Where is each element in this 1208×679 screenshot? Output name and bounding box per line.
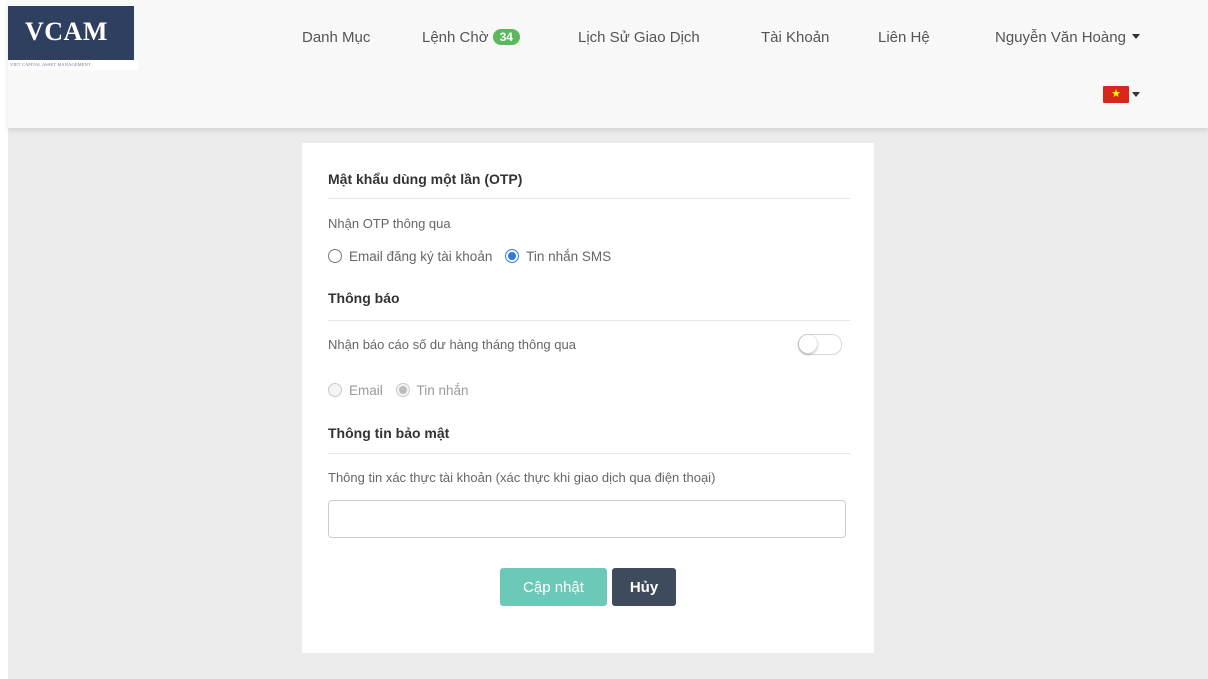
nav-item-lich-su-giao-dich[interactable]: Lịch Sử Giao Dịch xyxy=(578,29,700,46)
nav-item-danh-muc[interactable]: Danh Mục xyxy=(302,29,370,46)
chevron-down-icon xyxy=(1131,34,1140,39)
monthly-report-label: Nhận báo cáo số dư hàng tháng thông qua xyxy=(328,337,576,352)
nav-item-label: Lệnh Chờ xyxy=(422,29,489,46)
divider xyxy=(328,320,850,321)
otp-sms-label[interactable]: Tin nhắn SMS xyxy=(526,249,611,264)
security-field-label: Thông tin xác thực tài khoản (xác thực k… xyxy=(328,470,716,485)
pending-orders-badge: 34 xyxy=(492,29,520,45)
brand-logo[interactable]: VCAM xyxy=(8,6,134,66)
top-navbar: VCAM VIET CAPITAL ASSET MANAGEMENT Danh … xyxy=(8,0,1208,128)
report-radio-group: Email Tin nhắn xyxy=(328,383,478,398)
settings-card: Mật khẩu dùng một lần (OTP) Nhận OTP thô… xyxy=(302,143,874,653)
nav-item-tai-khoan[interactable]: Tài Khoản xyxy=(761,29,829,46)
otp-email-radio[interactable] xyxy=(328,249,342,263)
flag-star-icon: ★ xyxy=(1111,88,1121,100)
chevron-down-icon xyxy=(1132,92,1140,97)
otp-sms-radio[interactable] xyxy=(505,249,520,263)
report-email-label[interactable]: Email xyxy=(349,383,383,398)
otp-receive-label: Nhận OTP thông qua xyxy=(328,216,451,231)
cancel-button[interactable]: Hủy xyxy=(612,568,676,606)
nav-item-lien-he[interactable]: Liên Hệ xyxy=(878,29,930,46)
brand-subtitle: VIET CAPITAL ASSET MANAGEMENT xyxy=(8,60,138,70)
report-sms-radio[interactable] xyxy=(395,383,410,397)
user-name: Nguyễn Văn Hoàng xyxy=(995,29,1126,46)
security-info-input[interactable] xyxy=(328,500,846,538)
otp-radio-group: Email đăng ký tài khoản Tin nhắn SMS xyxy=(328,249,620,264)
otp-email-label[interactable]: Email đăng ký tài khoản xyxy=(349,249,492,264)
report-email-radio[interactable] xyxy=(328,383,342,397)
update-button[interactable]: Cập nhật xyxy=(500,568,607,606)
brand-name: VCAM xyxy=(25,17,108,46)
report-sms-label[interactable]: Tin nhắn xyxy=(417,383,469,398)
toggle-knob xyxy=(799,335,817,353)
divider xyxy=(328,198,850,199)
notifications-section-title: Thông báo xyxy=(328,290,400,306)
nav-item-lenh-cho[interactable]: Lệnh Chờ 34 xyxy=(422,29,520,46)
monthly-report-toggle[interactable] xyxy=(798,334,842,355)
user-menu[interactable]: Nguyễn Văn Hoàng xyxy=(995,29,1140,46)
otp-section-title: Mật khẩu dùng một lần (OTP) xyxy=(328,171,523,187)
security-section-title: Thông tin bảo mật xyxy=(328,425,450,441)
divider xyxy=(328,453,850,454)
